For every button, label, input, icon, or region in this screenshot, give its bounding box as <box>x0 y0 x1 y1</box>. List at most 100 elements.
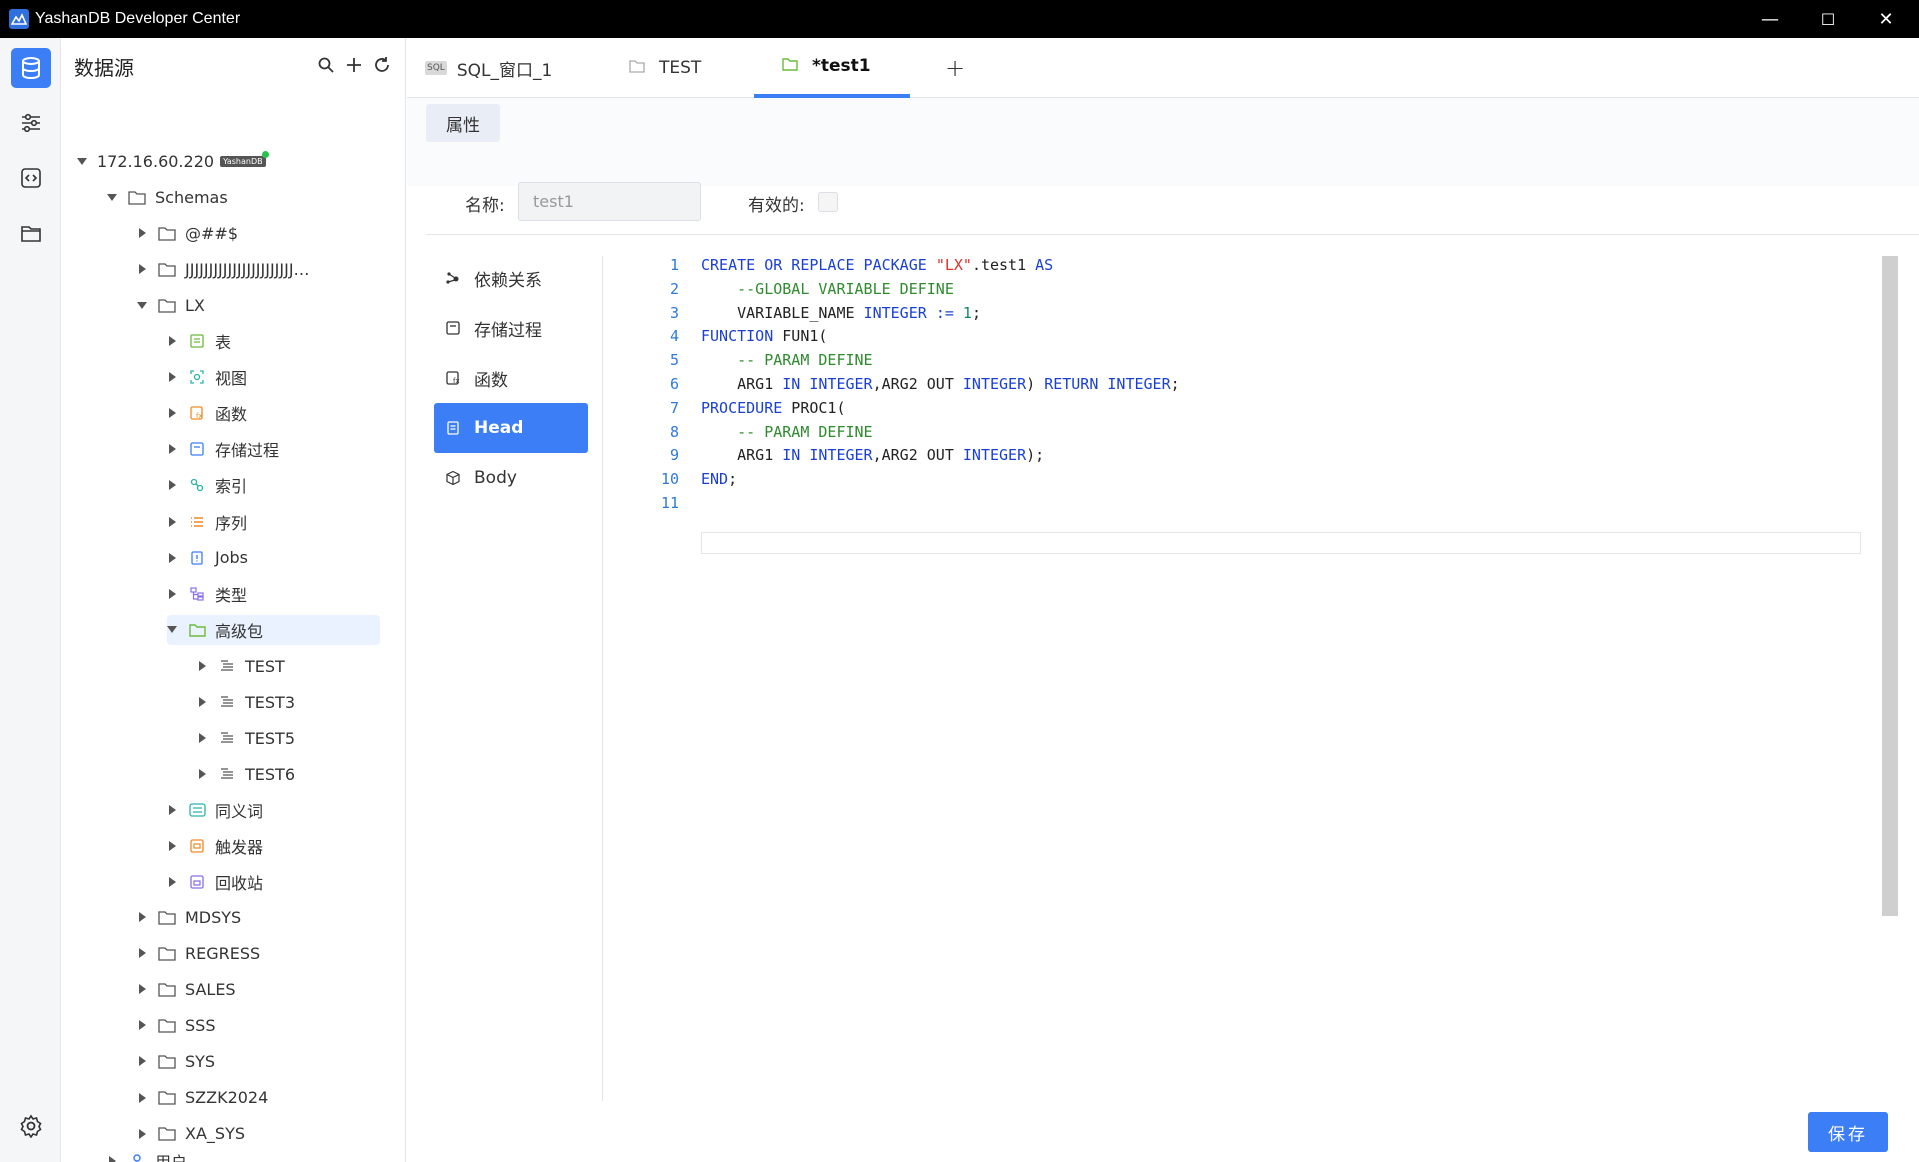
section-body[interactable]: Body <box>434 453 588 503</box>
expand-arrow-icon[interactable] <box>137 984 147 995</box>
expand-arrow-icon[interactable] <box>107 192 117 202</box>
expand-arrow-icon[interactable] <box>197 733 207 744</box>
expand-arrow-icon[interactable] <box>137 1056 147 1067</box>
expand-arrow-icon[interactable] <box>137 300 147 310</box>
expand-arrow-icon[interactable] <box>167 372 177 383</box>
lx-child-node[interactable]: 同义词 <box>167 795 263 825</box>
section-label: 依赖关系 <box>474 270 542 291</box>
code-line: ARG1 IN INTEGER,ARG2 OUT INTEGER); <box>701 446 1045 464</box>
expand-arrow-icon[interactable] <box>107 1156 117 1162</box>
divider <box>426 234 1919 235</box>
activity-rail <box>0 38 61 1162</box>
properties-form: 名称: test1 有效的: <box>407 128 1919 221</box>
code-editor[interactable]: CREATE OR REPLACE PACKAGE "LX".test1 AS … <box>627 256 1889 1101</box>
expand-arrow-icon[interactable] <box>137 228 147 238</box>
settings-sliders-icon[interactable] <box>11 103 51 143</box>
maximize-button[interactable]: ☐ <box>1799 0 1857 38</box>
schemas-node[interactable]: Schemas <box>107 182 228 212</box>
gear-icon[interactable] <box>11 1106 51 1146</box>
lx-child-node[interactable]: fx 函数 <box>167 398 247 428</box>
lx-child-node[interactable]: Jobs <box>167 543 248 573</box>
tab-test1[interactable]: *test1 <box>754 38 910 98</box>
expand-arrow-icon[interactable] <box>137 264 147 275</box>
package-node[interactable]: TEST <box>197 651 285 681</box>
expand-arrow-icon[interactable] <box>167 552 177 563</box>
lx-child-node[interactable]: 类型 <box>167 579 247 609</box>
expand-arrow-icon[interactable] <box>77 156 87 166</box>
tab-label: TEST <box>659 58 702 78</box>
lx-child-node[interactable]: 表 <box>167 326 231 356</box>
tab-sql-window[interactable]: SQL SQL_窗口_1 <box>425 38 575 98</box>
expand-arrow-icon[interactable] <box>137 1020 147 1031</box>
schema-node[interactable]: SYS <box>137 1046 215 1076</box>
tree-node-label: TEST5 <box>245 728 295 748</box>
expand-arrow-icon[interactable] <box>197 697 207 708</box>
line-number: 8 <box>669 423 679 441</box>
svg-text:fx: fx <box>453 377 460 385</box>
lx-child-node[interactable]: 序列 <box>167 507 247 537</box>
expand-arrow-icon[interactable] <box>167 805 177 815</box>
status-dot-icon <box>261 150 269 158</box>
schema-node[interactable]: XA_SYS <box>137 1119 245 1149</box>
save-button[interactable]: 保存 <box>1808 1112 1888 1152</box>
editor-scrollbar[interactable] <box>1882 256 1898 916</box>
expand-arrow-icon[interactable] <box>167 444 177 455</box>
expand-arrow-icon[interactable] <box>167 841 177 852</box>
schema-node[interactable]: SSS <box>137 1010 215 1040</box>
schema-node[interactable]: SZZK2024 <box>137 1083 268 1113</box>
schema-node[interactable]: REGRESS <box>137 938 260 968</box>
server-label: 172.16.60.220 <box>97 151 215 171</box>
schema-node[interactable]: SALES <box>137 974 236 1004</box>
add-tab-button[interactable]: + <box>945 38 975 98</box>
expand-arrow-icon[interactable] <box>167 588 177 599</box>
lx-child-node[interactable]: 触发器 <box>167 831 263 861</box>
refresh-icon[interactable] <box>373 56 391 78</box>
package-spec-icon <box>217 765 237 783</box>
lx-child-node[interactable]: 回收站 <box>167 867 263 897</box>
folder-icon[interactable] <box>11 213 51 253</box>
section-procedures[interactable]: 存储过程 <box>434 303 588 353</box>
view-icon <box>187 368 207 386</box>
lx-child-node[interactable]: 视图 <box>167 362 247 392</box>
search-icon[interactable] <box>317 56 335 78</box>
expand-arrow-icon[interactable] <box>167 625 177 635</box>
lx-child-node[interactable]: 存储过程 <box>167 434 279 464</box>
section-dependencies[interactable]: 依赖关系 <box>434 253 588 303</box>
package-node[interactable]: TEST6 <box>197 759 295 789</box>
code-icon[interactable] <box>11 158 51 198</box>
lx-child-node[interactable]: 索引 <box>167 470 247 500</box>
tree-node-label: SZZK2024 <box>185 1088 269 1107</box>
lx-child-node[interactable]: 高级包 <box>167 614 380 645</box>
expand-arrow-icon[interactable] <box>167 516 177 527</box>
folder-icon <box>127 188 147 206</box>
expand-arrow-icon[interactable] <box>167 408 177 419</box>
expand-arrow-icon[interactable] <box>167 877 177 888</box>
expand-arrow-icon[interactable] <box>167 480 177 491</box>
close-button[interactable]: ✕ <box>1857 0 1915 38</box>
section-head[interactable]: Head <box>434 403 588 453</box>
schemas-label: Schemas <box>155 187 228 207</box>
name-field[interactable]: test1 <box>518 182 701 221</box>
package-node[interactable]: TEST3 <box>197 687 295 717</box>
expand-arrow-icon[interactable] <box>137 948 147 959</box>
package-node[interactable]: TEST5 <box>197 723 295 753</box>
server-node[interactable]: 172.16.60.220 YashanDB <box>77 146 273 176</box>
expand-arrow-icon[interactable] <box>137 912 147 922</box>
schema-node[interactable]: MDSYS <box>137 902 241 932</box>
section-functions[interactable]: fx 函数 <box>434 353 588 403</box>
schema-node[interactable]: LX <box>137 290 205 320</box>
database-icon[interactable] <box>11 48 51 88</box>
schema-node[interactable]: JJJJJJJJJJJJJJJJJJJJJJJ… <box>137 254 310 284</box>
expand-arrow-icon[interactable] <box>197 661 207 671</box>
expand-arrow-icon[interactable] <box>137 1092 147 1103</box>
expand-arrow-icon[interactable] <box>137 1128 147 1139</box>
tab-test[interactable]: TEST <box>629 38 729 98</box>
expand-arrow-icon[interactable] <box>197 769 207 780</box>
folder-icon <box>157 944 177 962</box>
expand-arrow-icon[interactable] <box>167 336 177 346</box>
panel-title: 数据源 <box>74 55 134 80</box>
minimize-button[interactable]: — <box>1741 0 1799 38</box>
schema-node[interactable]: @##$ <box>137 218 238 248</box>
valid-checkbox[interactable] <box>818 192 838 212</box>
add-icon[interactable] <box>345 56 363 78</box>
